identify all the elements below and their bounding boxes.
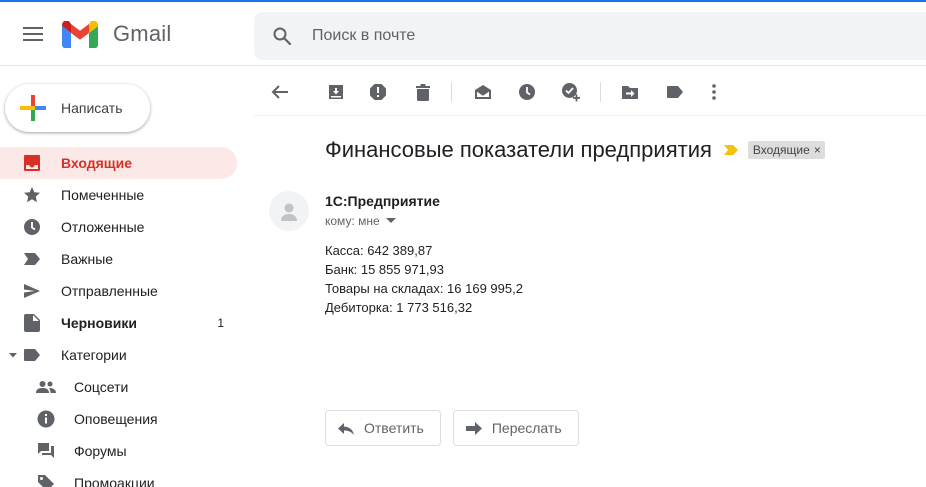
reply-label: Ответить [364,420,424,436]
sidebar-item-updates[interactable]: Оповещения [0,403,240,435]
body-line: Касса: 642 389,87 [325,243,433,258]
caret-down-icon[interactable] [8,350,18,360]
delete-button[interactable] [403,72,443,112]
forum-icon [36,441,56,461]
message-subject: Финансовые показатели предприятия [325,137,712,162]
sidebar-item-label: Отправленные [61,283,158,299]
more-icon [712,84,716,100]
label-icon [22,345,42,365]
sidebar-item-label: Отложенные [61,219,145,235]
sidebar-item-sent[interactable]: Отправленные [0,275,240,307]
forward-button[interactable]: Переслать [452,410,579,446]
clock-icon [22,217,42,237]
search-bar[interactable] [254,12,926,60]
archive-icon [329,85,343,99]
plus-icon [5,84,61,132]
forward-label: Переслать [491,420,562,436]
forward-icon [465,421,482,435]
delete-icon [416,83,430,101]
label-chip-inbox[interactable]: Входящие × [747,141,825,159]
sidebar-item-label: Входящие [61,155,132,171]
report-spam-icon [370,84,386,100]
app-name: Gmail [113,21,172,46]
sender-name: 1С:Предприятие [325,193,440,209]
draft-icon [22,313,42,333]
recipient-details[interactable]: кому: мне [325,214,396,228]
sidebar-item-label: Промоакции [74,475,155,487]
sidebar-item-snoozed[interactable]: Отложенные [0,211,240,243]
label-chip-text: Входящие [752,143,810,157]
subject-row: Финансовые показатели предприятия Входящ… [325,136,825,164]
sidebar-item-forums[interactable]: Форумы [0,435,240,467]
sidebar-item-social[interactable]: Соцсети [0,371,240,403]
sidebar-item-label: Категории [61,347,127,363]
top-header: Gmail [0,2,926,66]
labels-icon [667,86,683,98]
recipient-text: кому: мне [325,214,380,228]
back-button[interactable] [260,72,300,112]
inbox-icon [22,153,42,173]
hamburger-menu-icon [23,27,43,41]
compose-button[interactable]: Написать [5,84,150,132]
report-spam-button[interactable] [358,72,398,112]
sidebar-item-promotions[interactable]: Промоакции [0,467,240,487]
add-task-icon [562,83,580,102]
more-button[interactable] [694,72,734,112]
body-line: Товары на складах: 16 169 995,2 [325,281,523,296]
snooze-button[interactable] [507,72,547,112]
reply-button[interactable]: Ответить [325,410,441,446]
sidebar-item-label: Оповещения [74,411,158,427]
people-icon [36,377,56,397]
message-toolbar [254,68,926,116]
add-task-button[interactable] [551,72,591,112]
move-to-button[interactable] [610,72,650,112]
sidebar-item-inbox[interactable]: Входящие [0,147,237,179]
star-icon [22,185,42,205]
archive-button[interactable] [316,72,356,112]
reply-actions: Ответить Переслать [325,410,591,446]
mark-unread-button[interactable] [463,72,503,112]
search-input[interactable] [310,26,810,46]
sender-avatar[interactable] [269,191,309,231]
gmail-window: Gmail Написать [0,0,926,487]
important-icon [22,249,42,269]
sidebar-item-label: Важные [61,251,114,267]
gmail-logo[interactable]: Gmail [62,19,171,49]
sidebar-item-label: Помеченные [61,187,145,203]
labels-button[interactable] [655,72,695,112]
body-line: Дебиторка: 1 773 516,32 [325,300,473,315]
sidebar-item-label: Соцсети [74,379,129,395]
remove-label-button[interactable]: × [814,143,821,157]
sidebar-item-label: Форумы [74,443,127,459]
sidebar-item-starred[interactable]: Помеченные [0,179,240,211]
importance-marker-icon[interactable] [723,144,739,156]
sidebar-item-drafts[interactable]: Черновики 1 [0,307,240,339]
caret-down-icon [385,218,396,223]
sidebar-item-categories[interactable]: Категории [0,339,240,371]
sidebar-item-label: Черновики [61,315,138,331]
snooze-icon [519,84,535,100]
search-icon[interactable] [254,12,310,60]
sidebar-item-important[interactable]: Важные [0,243,240,275]
info-icon [36,409,56,429]
gmail-m-icon [62,20,98,48]
body-line: Банк: 15 855 971,93 [325,262,444,277]
toolbar-divider [600,82,601,102]
move-to-icon [622,85,638,99]
message-body: Касса: 642 389,87 Банк: 15 855 971,93 То… [325,241,523,317]
mark-unread-icon [475,85,491,99]
reply-icon [338,422,354,435]
toolbar-divider [451,82,452,102]
compose-label: Написать [61,100,123,116]
send-icon [22,281,42,301]
tag-icon [36,473,56,487]
sidebar-nav: Входящие Помеченные Отложенные Важные От… [0,147,240,487]
drafts-count: 1 [217,316,224,330]
back-arrow-icon [271,85,288,99]
person-icon [281,203,297,221]
main-menu-button[interactable] [13,14,53,54]
